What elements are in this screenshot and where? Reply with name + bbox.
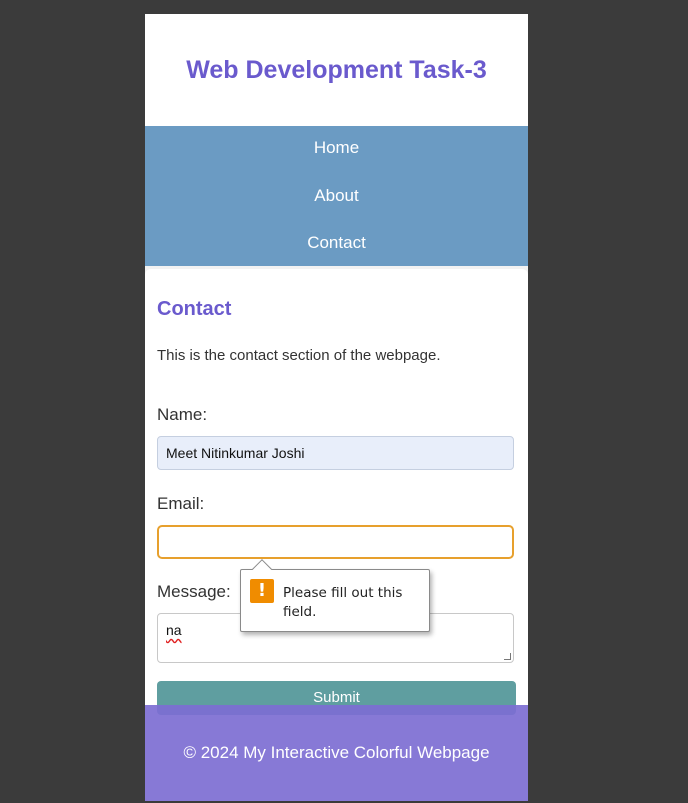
message-label: Message:	[157, 582, 231, 601]
site-footer: © 2024 My Interactive Colorful Webpage	[145, 705, 528, 801]
footer-text: © 2024 My Interactive Colorful Webpage	[183, 743, 490, 762]
name-label: Name:	[157, 405, 208, 424]
nav-link-contact[interactable]: Contact	[145, 233, 528, 253]
name-input[interactable]: Meet Nitinkumar Joshi	[157, 436, 514, 470]
webpage: Web Development Task-3 Home About Contac…	[145, 14, 528, 801]
site-title: Web Development Task-3	[186, 55, 487, 84]
email-input[interactable]	[157, 525, 514, 559]
main-nav: Home About Contact	[145, 126, 528, 266]
resize-handle[interactable]	[504, 653, 511, 660]
email-label: Email:	[157, 494, 205, 513]
nav-link-about[interactable]: About	[145, 186, 528, 206]
validation-message: Please fill out this field.	[283, 585, 403, 620]
warning-icon: !	[250, 579, 274, 603]
message-text: na	[166, 622, 182, 638]
site-header: Web Development Task-3	[145, 14, 528, 126]
nav-link-home[interactable]: Home	[145, 138, 528, 158]
validation-tooltip: ! Please fill out this field.	[240, 559, 430, 632]
section-description: This is the contact section of the webpa…	[157, 347, 441, 364]
section-title: Contact	[157, 298, 232, 320]
